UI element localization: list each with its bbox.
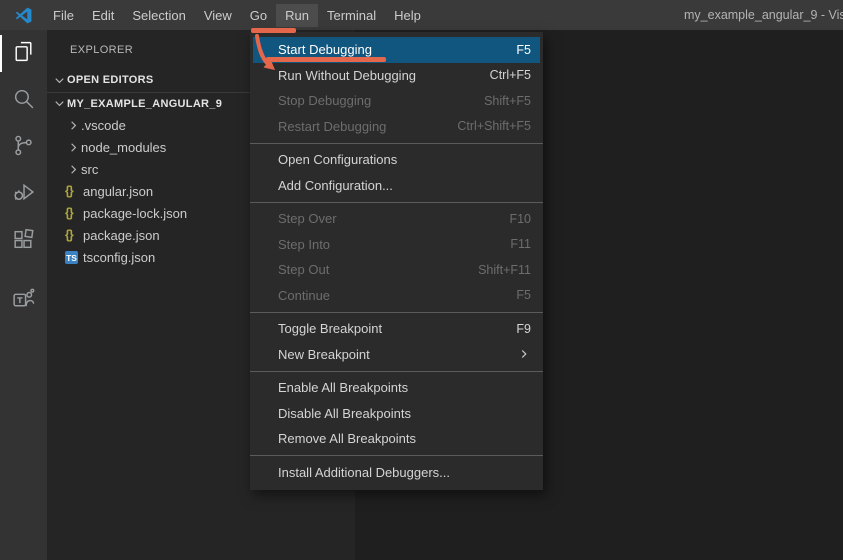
activity-run-and-debug[interactable] — [0, 171, 47, 218]
menu-item-continue: Continue F5 — [250, 283, 543, 309]
json-file-icon: {} — [65, 206, 83, 220]
menu-item-open-configurations[interactable]: Open Configurations — [250, 147, 543, 173]
source-control-icon — [11, 133, 36, 163]
menu-separator — [250, 202, 543, 203]
json-file-icon: {} — [65, 228, 83, 242]
menu-item-toggle-breakpoint[interactable]: Toggle Breakpoint F9 — [250, 316, 543, 342]
vscode-logo-icon — [15, 7, 32, 24]
menu-item-remove-all-breakpoints[interactable]: Remove All Breakpoints — [250, 426, 543, 452]
run-debug-icon — [11, 180, 36, 210]
run-menu-dropdown: Start Debugging F5 Run Without Debugging… — [250, 32, 543, 490]
files-icon — [11, 39, 36, 69]
section-label: MY_EXAMPLE_ANGULAR_9 — [67, 98, 222, 110]
chevron-right-icon — [65, 117, 81, 133]
menubar-item-file[interactable]: File — [44, 4, 83, 27]
menu-separator — [250, 143, 543, 144]
activity-bar — [0, 30, 47, 560]
menu-item-new-breakpoint[interactable]: New Breakpoint — [250, 342, 543, 368]
search-icon — [11, 86, 36, 116]
menubar-item-run[interactable]: Run — [276, 4, 318, 27]
menu-separator — [250, 455, 543, 456]
teams-icon — [11, 287, 36, 317]
activity-extensions[interactable] — [0, 218, 47, 265]
titlebar: FileEditSelectionViewGoRunTerminalHelp m… — [0, 0, 843, 30]
activity-explorer[interactable] — [0, 30, 47, 77]
activity-source-control[interactable] — [0, 124, 47, 171]
submenu-chevron-icon — [517, 347, 531, 361]
menubar-item-edit[interactable]: Edit — [83, 4, 123, 27]
menu-item-install-additional-debuggers[interactable]: Install Additional Debuggers... — [250, 460, 543, 486]
menu-item-step-out: Step Out Shift+F11 — [250, 257, 543, 283]
menubar-item-view[interactable]: View — [195, 4, 241, 27]
typescript-file-icon: TS — [65, 251, 83, 264]
menubar: FileEditSelectionViewGoRunTerminalHelp — [44, 4, 430, 27]
menu-item-start-debugging[interactable]: Start Debugging F5 — [253, 37, 540, 63]
menu-item-stop-debugging: Stop Debugging Shift+F5 — [250, 88, 543, 114]
menubar-item-help[interactable]: Help — [385, 4, 430, 27]
activity-teams[interactable] — [0, 278, 47, 325]
menu-item-step-into: Step Into F11 — [250, 232, 543, 258]
menu-item-add-configuration[interactable]: Add Configuration... — [250, 173, 543, 199]
extensions-icon — [11, 227, 36, 257]
menubar-item-selection[interactable]: Selection — [123, 4, 194, 27]
menu-item-run-without-debugging[interactable]: Run Without Debugging Ctrl+F5 — [250, 63, 543, 89]
chevron-right-icon — [65, 161, 81, 177]
menubar-item-go[interactable]: Go — [241, 4, 276, 27]
menu-item-disable-all-breakpoints[interactable]: Disable All Breakpoints — [250, 401, 543, 427]
activity-search[interactable] — [0, 77, 47, 124]
menubar-item-terminal[interactable]: Terminal — [318, 4, 385, 27]
section-label: OPEN EDITORS — [67, 74, 154, 86]
chevron-right-icon — [65, 139, 81, 155]
json-file-icon: {} — [65, 184, 83, 198]
menu-separator — [250, 371, 543, 372]
chevron-down-icon — [51, 72, 67, 88]
menu-separator — [250, 312, 543, 313]
window-title: my_example_angular_9 - Visua — [684, 8, 843, 22]
menu-item-restart-debugging: Restart Debugging Ctrl+Shift+F5 — [250, 114, 543, 140]
menu-item-step-over: Step Over F10 — [250, 206, 543, 232]
chevron-down-icon — [51, 96, 67, 112]
menu-item-enable-all-breakpoints[interactable]: Enable All Breakpoints — [250, 375, 543, 401]
